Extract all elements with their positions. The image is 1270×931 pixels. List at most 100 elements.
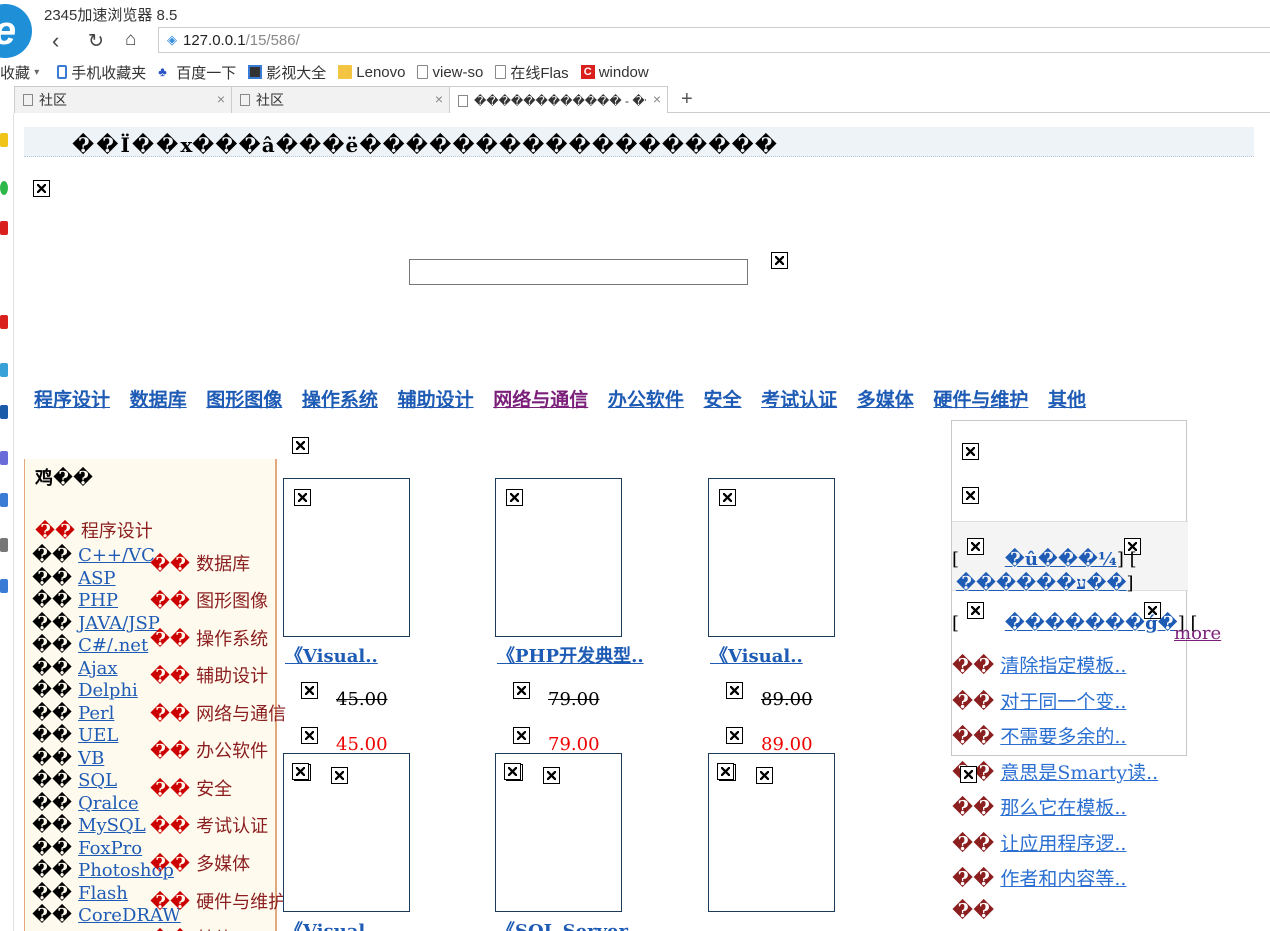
category-link[interactable]: 多媒体 [857,389,914,411]
category-link[interactable]: 辅助设计 [398,389,474,411]
sidebar-category[interactable]: �� 安全 [150,775,232,801]
tab-strip: 社区× 社区× ������������ - ����× + [14,86,1270,114]
sidebar-heading: 鸡�� [35,468,94,489]
article-link[interactable]: 对于同一个变.. [1000,691,1126,713]
subcategory-item: �� FoxPro [32,837,143,859]
sidebar-category[interactable]: �� 操作系统 [150,625,268,651]
subcategory-link[interactable]: Delphi [78,680,138,701]
article-link[interactable]: 意思是Smarty读.. [1000,762,1158,784]
search-input[interactable] [409,259,748,285]
star-icon[interactable] [0,133,8,147]
bookmark-item[interactable]: Lenovo [338,64,405,81]
category-link[interactable]: 网络与通信 [493,389,588,411]
subcategory-link[interactable]: UEL [78,725,118,746]
address-bar[interactable]: ◈ 127.0.0.1 /15/586/ [158,27,1270,53]
article-link[interactable]: 作者和内容等.. [1000,868,1126,890]
subcategory-link[interactable]: Ajax [78,658,117,679]
sidebar-category[interactable]: �� 考试认证 [150,812,268,838]
book-title[interactable]: 《PHP开发典型.. [497,642,644,668]
category-link[interactable]: 程序设计 [34,389,110,411]
sidebar-category[interactable]: �� 办公软件 [150,737,268,763]
subcategory-link[interactable]: Flash [78,883,128,904]
article-link[interactable]: 让应用程序逻.. [1000,833,1126,855]
broken-image-icon [301,682,318,699]
category-link[interactable]: 硬件与维护 [933,389,1028,411]
sidebar-category[interactable]: �� 图形图像 [150,587,268,613]
more-link[interactable]: more [1174,623,1221,644]
article-link[interactable]: 清除指定模板.. [1000,655,1126,677]
sidebar-category[interactable]: �� 数据库 [150,550,250,576]
bookmark-item[interactable]: Cwindow [580,64,649,81]
category-link[interactable]: 操作系统 [302,389,378,411]
sidebar-category[interactable]: �� 网络与通信 [150,700,286,726]
book-title[interactable]: 《Visual.. [710,642,803,668]
subcategory-link[interactable]: VB [78,748,104,769]
tab-2[interactable]: 社区 × [231,86,450,113]
list-price: 45.00 [283,682,388,710]
right-panel-link[interactable]: �û���¼ [1005,549,1117,570]
more-link-wrap: more [1174,623,1221,644]
bookmark-item[interactable]: view-so [417,64,483,81]
grey-app-icon[interactable] [0,538,8,552]
address-path: /15/586/ [245,31,300,49]
purple-app-icon[interactable] [0,451,8,465]
close-icon[interactable]: × [653,91,661,107]
sidebar-category[interactable]: �� 硬件与维护 [150,888,286,914]
bookmark-item[interactable]: 在线Flas [495,62,569,83]
list-price: 89.00 [708,682,813,710]
sidebar-category[interactable]: �� 多媒体 [150,850,250,876]
right-panel-link[interactable]: ������ע�� [956,573,1127,594]
category-link[interactable]: 数据库 [130,389,187,411]
book-cover[interactable] [495,478,622,637]
book-title[interactable]: 《SQL Server... [497,917,645,931]
bookmark-item[interactable]: 影视大全 [248,62,326,83]
subcategory-link[interactable]: MySQL [78,815,146,836]
book-cover[interactable] [283,478,410,637]
red-app-icon[interactable] [0,221,8,235]
category-link[interactable]: 考试认证 [761,389,837,411]
book-title[interactable]: 《Visual.. [285,642,378,668]
green-app-icon[interactable] [0,181,8,195]
category-link[interactable]: 其他 [1048,389,1086,411]
bookmark-item[interactable]: 手机收藏夹 [57,62,146,83]
right-panel-link[interactable]: �������ǵ� [1005,613,1178,634]
blue-app-icon[interactable] [0,493,8,507]
tab-1[interactable]: 社区 × [14,86,232,113]
sale-price: 45.00 [283,727,388,755]
category-link[interactable]: 办公软件 [608,389,684,411]
blue-app-icon[interactable] [0,579,8,593]
reload-button[interactable]: ↻ [88,30,104,53]
film-icon[interactable] [0,405,8,419]
subcategory-link[interactable]: SQL [78,770,117,791]
book-title[interactable]: 《Visual... [285,917,384,931]
category-link[interactable]: 安全 [703,389,741,411]
subcategory-link[interactable]: Qralce [78,793,139,814]
new-tab-button[interactable]: + [681,86,693,112]
sidebar-category[interactable]: ��其他 [150,925,232,931]
subcategory-item: �� C++/VC [32,545,155,566]
page-icon [417,65,429,79]
subcategory-link[interactable]: ASP [78,568,115,589]
subcategory-item: �� Ajax [32,657,118,679]
sidebar-category[interactable]: �� 辅助设计 [150,662,268,688]
article-link[interactable]: 那么它在模板.. [1000,797,1126,819]
search-button-icon[interactable] [771,252,788,269]
article-link[interactable]: 不需要多余的.. [1000,726,1126,748]
book-cover[interactable] [708,478,835,637]
subcategory-link[interactable]: FoxPro [78,838,142,859]
bookmark-item[interactable]: ♣ 百度一下 [158,62,236,83]
back-button[interactable]: ‹ [52,28,59,54]
category-link[interactable]: 图形图像 [206,389,282,411]
subcategory-link[interactable]: Perl [78,703,114,724]
close-icon[interactable]: × [435,91,443,107]
subcategory-link[interactable]: C++/VC [78,545,155,566]
close-icon[interactable]: × [217,91,225,107]
subcategory-link[interactable]: C#/.net [78,635,148,656]
subcategory-link[interactable]: JAVA/JSP [78,613,160,634]
blue-app-icon[interactable] [0,363,8,377]
red-app-icon[interactable] [0,315,8,329]
home-button[interactable]: ⌂ [125,29,136,51]
tab-3-active[interactable]: ������������ - ����× [449,86,668,114]
bookmarks-menu[interactable]: 收藏 ▾ [0,62,39,83]
subcategory-link[interactable]: PHP [78,590,118,611]
